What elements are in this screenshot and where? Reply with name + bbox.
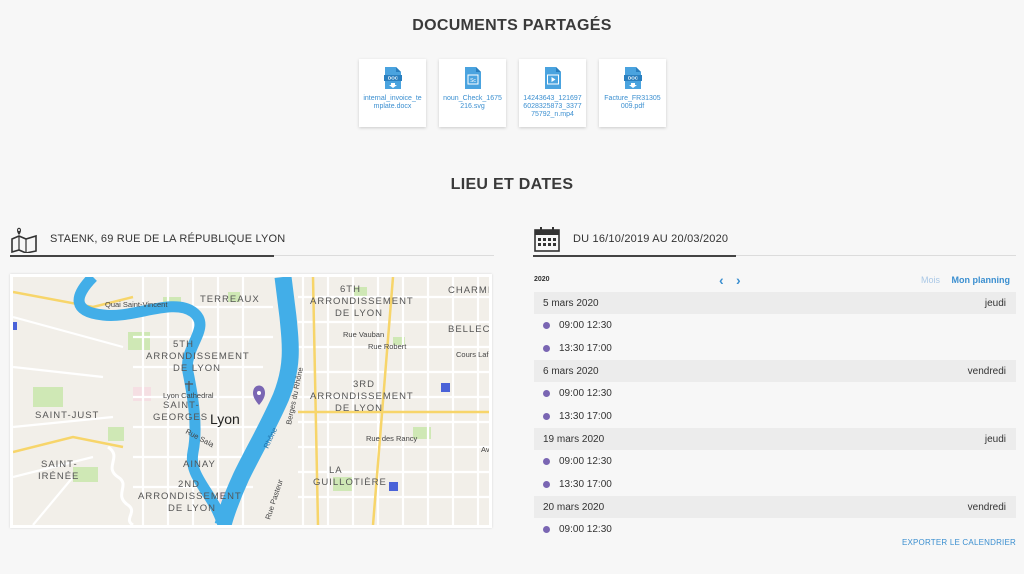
svg-text:DOC: DOC — [388, 76, 399, 81]
chevron-right-icon[interactable]: › — [736, 272, 741, 288]
map[interactable]: TERREAUX 6TH ARRONDISSEMENT DE LYON CHAR… — [10, 274, 492, 528]
map-label: Lyon Cathedral — [163, 391, 214, 400]
day-weekday: vendredi — [967, 501, 1006, 513]
map-label: DE LYON — [173, 363, 221, 374]
document-card[interactable]: DOC internal_invoice_template.docx — [359, 59, 426, 127]
document-card[interactable]: 14243643_1216976028325873_337775792_n.mp… — [519, 59, 586, 127]
event-dot-icon — [543, 481, 550, 488]
map-label: ARRONDISSEMENT — [138, 491, 242, 502]
day-header: 5 mars 2020 jeudi — [534, 292, 1016, 314]
slot-time: 13:30 17:00 — [559, 343, 612, 354]
map-label: SAINT- — [163, 400, 200, 411]
time-slot: 09:00 12:30 — [534, 382, 1016, 405]
map-label: 6TH — [340, 284, 361, 295]
event-dot-icon — [543, 413, 550, 420]
day-header: 6 mars 2020 vendredi — [534, 360, 1016, 382]
calendar-icon — [534, 227, 560, 252]
map-location-icon — [11, 227, 37, 253]
document-name[interactable]: Facture_FR31305009.pdf — [603, 95, 663, 111]
place-header-divider — [10, 254, 494, 257]
day-date: 5 mars 2020 — [543, 297, 599, 309]
map-label: BELLECO — [448, 324, 489, 335]
map-label: Cours Laf — [456, 350, 489, 359]
svg-text:DOC: DOC — [628, 76, 639, 81]
time-slot: 13:30 17:00 — [534, 405, 1016, 428]
view-planning-button[interactable]: Mon planning — [952, 275, 1011, 285]
time-slot: 09:00 12:30 — [534, 450, 1016, 473]
map-label: SAINT- — [41, 459, 78, 470]
lieu-section-title: LIEU ET DATES — [450, 176, 574, 193]
event-dot-icon — [543, 458, 550, 465]
slot-time: 09:00 12:30 — [559, 388, 612, 399]
map-label: Quai Saint-Vincent — [105, 300, 168, 309]
document-card[interactable]: Sc noun_Check_1675216.svg — [439, 59, 506, 127]
time-slot: 09:00 12:30 — [534, 314, 1016, 337]
day-date: 20 mars 2020 — [543, 501, 605, 513]
address-text: STAENK, 69 RUE DE LA RÉPUBLIQUE LYON — [50, 233, 286, 245]
map-label: ARRONDISSEMENT — [310, 296, 414, 307]
map-city-label: Lyon — [210, 411, 240, 427]
documents-section-title: DOCUMENTS PARTAGÉS — [412, 17, 612, 34]
planning-list: 5 mars 2020 jeudi 09:00 12:30 13:30 17:0… — [534, 292, 1016, 541]
document-name[interactable]: 14243643_1216976028325873_337775792_n.mp… — [523, 95, 583, 119]
map-label: TERREAUX — [200, 294, 260, 305]
time-slot: 13:30 17:00 — [534, 337, 1016, 360]
event-dot-icon — [543, 322, 550, 329]
map-label: 3RD — [353, 379, 375, 390]
chevron-left-icon[interactable]: ‹ — [719, 272, 724, 288]
map-label: AINAY — [183, 459, 216, 470]
documents-list: DOC internal_invoice_template.docx Sc no… — [359, 59, 666, 127]
slot-time: 09:00 12:30 — [559, 456, 612, 467]
time-slot: 13:30 17:00 — [534, 473, 1016, 496]
day-header: 20 mars 2020 vendredi — [534, 496, 1016, 518]
day-date: 19 mars 2020 — [543, 433, 605, 445]
map-label: CHARMI — [448, 285, 489, 296]
map-label: LA — [329, 465, 343, 476]
day-weekday: vendredi — [967, 365, 1006, 377]
map-label: DE LYON — [335, 308, 383, 319]
map-label: Av — [481, 445, 489, 454]
map-label: IRÉNÉE — [38, 471, 79, 482]
day-weekday: jeudi — [984, 297, 1006, 309]
map-label: Rue Robert — [368, 342, 407, 351]
svg-text:Sc: Sc — [470, 78, 476, 84]
map-label: GUILLOTIÈRE — [313, 477, 387, 488]
map-label: Rue Vauban — [343, 330, 384, 339]
date-header: DU 16/10/2019 AU 20/03/2020 — [533, 222, 728, 256]
map-label: 5TH — [173, 339, 194, 350]
calendar-year: 2020 — [534, 276, 550, 283]
view-month-button[interactable]: Mois — [921, 275, 940, 285]
event-dot-icon — [543, 345, 550, 352]
map-label: ARRONDISSEMENT — [310, 391, 414, 402]
map-label: GEORGES — [153, 412, 208, 423]
day-weekday: jeudi — [984, 433, 1006, 445]
slot-time: 13:30 17:00 — [559, 479, 612, 490]
place-header: STAENK, 69 RUE DE LA RÉPUBLIQUE LYON — [10, 222, 285, 256]
slot-time: 13:30 17:00 — [559, 411, 612, 422]
doc-file-icon: DOC — [383, 67, 402, 89]
map-label: DE LYON — [168, 503, 216, 514]
document-name[interactable]: internal_invoice_template.docx — [363, 95, 423, 111]
document-card[interactable]: DOC Facture_FR31305009.pdf — [599, 59, 666, 127]
event-dot-icon — [543, 526, 550, 533]
date-header-divider — [533, 254, 1016, 257]
map-label: 2ND — [178, 479, 200, 490]
doc-file-icon: DOC — [623, 67, 642, 89]
map-canvas[interactable]: TERREAUX 6TH ARRONDISSEMENT DE LYON CHAR… — [13, 277, 489, 525]
dates-text: DU 16/10/2019 AU 20/03/2020 — [573, 233, 729, 245]
export-calendar-link[interactable]: EXPORTER LE CALENDRIER — [902, 538, 1016, 547]
day-date: 6 mars 2020 — [543, 365, 599, 377]
map-label: SAINT-JUST — [35, 410, 99, 421]
map-label: Rue des Rancy — [366, 434, 418, 443]
calendar-toolbar: 2020 ‹ › Mois Mon planning — [534, 272, 1016, 288]
slot-time: 09:00 12:30 — [559, 320, 612, 331]
event-dot-icon — [543, 390, 550, 397]
day-header: 19 mars 2020 jeudi — [534, 428, 1016, 450]
map-label: DE LYON — [335, 403, 383, 414]
video-file-icon — [544, 67, 561, 89]
map-label: ARRONDISSEMENT — [146, 351, 250, 362]
svg-file-icon: Sc — [464, 67, 481, 89]
slot-time: 09:00 12:30 — [559, 524, 612, 535]
document-name[interactable]: noun_Check_1675216.svg — [443, 95, 503, 111]
